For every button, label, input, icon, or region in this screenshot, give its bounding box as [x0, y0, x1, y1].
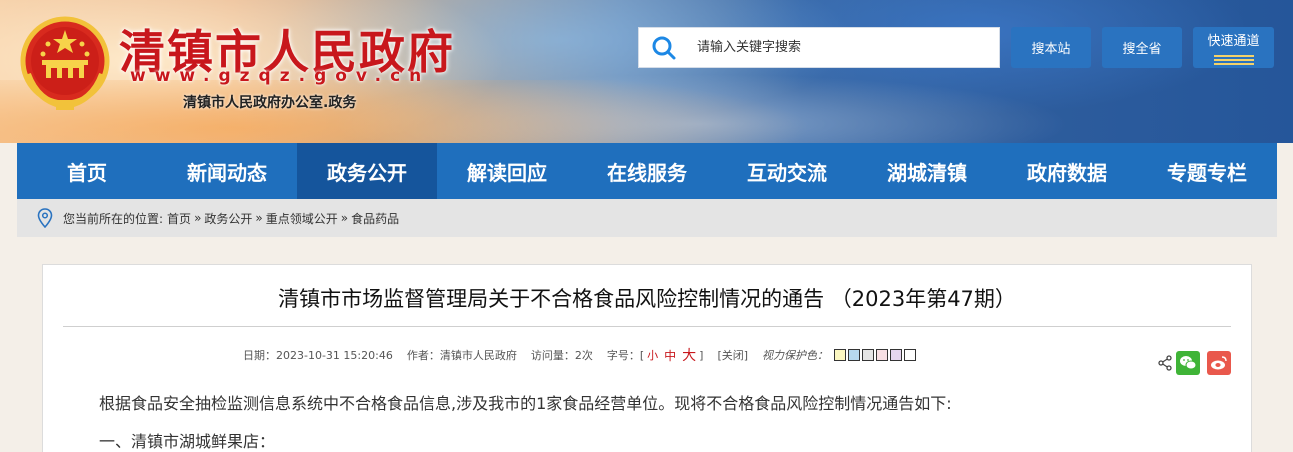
- nav-lake-city[interactable]: 湖城清镇: [857, 143, 997, 199]
- protect-color-swatch[interactable]: [904, 349, 917, 361]
- search-icon[interactable]: [639, 27, 689, 68]
- nav-interpretation[interactable]: 解读回应: [437, 143, 577, 199]
- site-url: www.gzqz.gov.cn: [130, 66, 431, 86]
- search-province-button[interactable]: 搜全省: [1102, 27, 1182, 68]
- breadcrumb-separator: »: [255, 211, 263, 225]
- fast-channel-label: 快速通道: [1207, 34, 1260, 49]
- protect-color-swatch[interactable]: [890, 349, 903, 361]
- breadcrumb-gov-affairs[interactable]: 政务公开: [204, 210, 252, 227]
- protect-color-swatch[interactable]: [834, 349, 847, 361]
- breadcrumb-prefix: 您当前所在的位置:: [63, 211, 164, 226]
- article-paragraph: 根据食品安全抽检监测信息系统中不合格食品信息,涉及我市的1家食品经营单位。现将不…: [99, 394, 952, 413]
- nav-home[interactable]: 首页: [17, 143, 157, 199]
- font-size-close-bracket: ]: [699, 348, 704, 362]
- breadcrumb-home[interactable]: 首页: [167, 210, 191, 227]
- protect-color-swatch[interactable]: [862, 349, 875, 361]
- breadcrumb-separator: »: [194, 211, 202, 225]
- title-divider: [63, 326, 1231, 327]
- fast-channel-button[interactable]: 快速通道: [1193, 27, 1274, 68]
- eye-protection-label: 视力保护色：: [762, 349, 829, 362]
- search-box: [638, 27, 1000, 68]
- article-paragraph: 一、清镇市湖城鲜果店：: [99, 432, 276, 451]
- breadcrumb-key-areas[interactable]: 重点领域公开: [266, 210, 338, 227]
- location-pin-icon: [37, 208, 53, 228]
- search-site-button[interactable]: 搜本站: [1011, 27, 1091, 68]
- wechat-share-icon[interactable]: [1176, 351, 1200, 375]
- article-title: 清镇市市场监督管理局关于不合格食品风险控制情况的通告 （2023年第47期）: [278, 287, 1016, 311]
- article-meta: 日期：2023-10-31 15:20:46 作者：清镇市人民政府 访问量：2次…: [243, 345, 918, 365]
- weibo-share-icon[interactable]: [1207, 351, 1231, 375]
- site-subtitle: 清镇市人民政府办公室.政务: [183, 95, 357, 111]
- meta-author: 作者：清镇市人民政府: [406, 349, 517, 362]
- meta-views: 访问量：2次: [530, 349, 593, 362]
- font-medium-button[interactable]: 中: [664, 347, 676, 364]
- close-window-button[interactable]: [关闭]: [717, 347, 748, 363]
- main-nav: 首页 新闻动态 政务公开 解读回应 在线服务 互动交流 湖城清镇 政府数据 专题…: [17, 143, 1277, 199]
- font-small-button[interactable]: 小: [647, 347, 658, 363]
- nav-news[interactable]: 新闻动态: [157, 143, 297, 199]
- nav-interaction[interactable]: 互动交流: [717, 143, 857, 199]
- nav-special-topics[interactable]: 专题专栏: [1137, 143, 1277, 199]
- protect-color-swatch[interactable]: [848, 349, 861, 361]
- meta-date: 日期：2023-10-31 15:20:46: [243, 349, 393, 362]
- menu-lines-icon: [1213, 53, 1254, 65]
- font-large-button[interactable]: 大: [682, 345, 696, 365]
- breadcrumb: 您当前所在的位置: 首页 » 政务公开 » 重点领域公开 » 食品药品: [17, 199, 1277, 237]
- font-size-label: 字号：[: [606, 349, 645, 362]
- nav-gov-affairs[interactable]: 政务公开: [297, 143, 437, 199]
- protect-color-swatch[interactable]: [876, 349, 889, 361]
- nav-gov-data[interactable]: 政府数据: [997, 143, 1137, 199]
- breadcrumb-separator: »: [340, 211, 349, 225]
- search-input[interactable]: [697, 32, 987, 63]
- breadcrumb-food-drugs[interactable]: 食品药品: [351, 210, 399, 227]
- share-icon[interactable]: [1153, 351, 1177, 375]
- article-card: 清镇市市场监督管理局关于不合格食品风险控制情况的通告 （2023年第47期） 日…: [42, 264, 1252, 452]
- national-emblem-icon: [20, 16, 110, 110]
- nav-online-service[interactable]: 在线服务: [577, 143, 717, 199]
